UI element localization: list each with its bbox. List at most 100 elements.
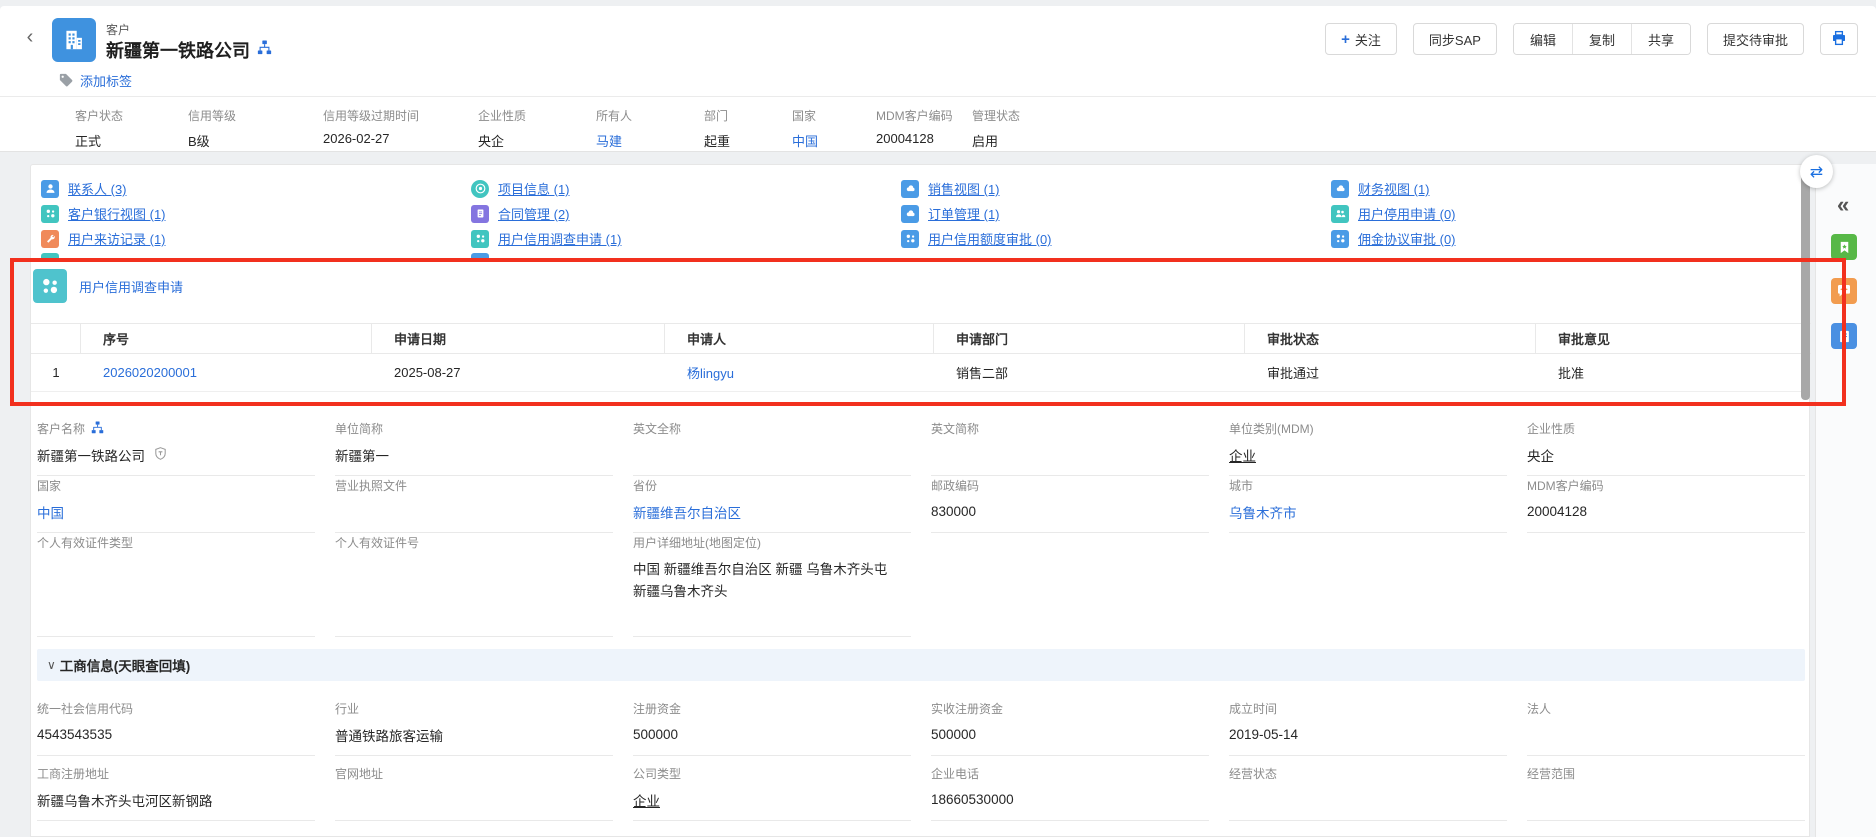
project-target-icon	[471, 180, 489, 198]
field-value: 普通铁路旅客运输	[335, 725, 613, 745]
related-link-label[interactable]: 订单管理 (1)	[928, 204, 1000, 223]
city-link[interactable]: 乌鲁木齐市	[1229, 502, 1507, 522]
related-link-orders[interactable]: 订单管理 (1)	[901, 204, 1331, 223]
submit-approval-button[interactable]: 提交待审批	[1707, 23, 1804, 55]
edit-button[interactable]: 编辑	[1514, 24, 1573, 54]
field-city: 城市乌鲁木齐市	[1229, 468, 1507, 533]
field-value	[335, 502, 613, 521]
field-industry: 行业普通铁路旅客运输	[335, 691, 613, 756]
field-label: 统一社会信用代码	[37, 700, 315, 717]
field-label: 单位简称	[335, 420, 613, 437]
field-label: 所有人	[596, 107, 692, 124]
related-link-label[interactable]: 用户停用申请 (0)	[1358, 204, 1456, 223]
credit-survey-section-title[interactable]: 用户信用调查申请	[79, 277, 183, 296]
add-tag-button[interactable]: 添加标签	[58, 71, 132, 90]
plus-icon: +	[1341, 31, 1350, 48]
department-value: 起重	[704, 131, 780, 150]
field-label: 客户状态	[75, 107, 176, 124]
field-label: 英文简称	[931, 420, 1209, 437]
field-label: 行业	[335, 700, 613, 717]
field-label: 个人有效证件号	[335, 534, 613, 551]
related-link-label[interactable]: 项目信息 (1)	[498, 179, 570, 198]
country-link[interactable]: 中国	[37, 502, 315, 522]
field-label: 邮政编码	[931, 477, 1209, 494]
related-link-label[interactable]: 合同管理 (2)	[498, 204, 570, 223]
molecule-icon	[41, 205, 59, 223]
field-label: 企业性质	[1527, 420, 1805, 437]
print-button[interactable]	[1820, 23, 1858, 55]
column-header: 申请日期	[372, 324, 665, 353]
field-label: 单位类别(MDM)	[1229, 420, 1507, 437]
swap-layout-button[interactable]: ⇄	[1800, 155, 1833, 188]
field-label: 公司类型	[633, 765, 911, 782]
related-link-deactivation[interactable]: 用户停用申请 (0)	[1331, 204, 1761, 223]
cloud-icon	[901, 205, 919, 223]
field-label: MDM客户编码	[1527, 477, 1805, 494]
country-link[interactable]: 中国	[792, 131, 864, 150]
sync-sap-label: 同步SAP	[1429, 30, 1481, 49]
related-link-label[interactable]: 销售视图 (1)	[928, 179, 1000, 198]
related-link-label[interactable]: 用户信用调查申请 (1)	[498, 229, 622, 248]
related-link-label[interactable]: 联系人 (3)	[68, 179, 127, 198]
field-id-number: 个人有效证件号	[335, 525, 613, 637]
table-row: 1 2026020200001 2025-08-27 杨lingyu 销售二部 …	[31, 354, 1811, 392]
owner-link[interactable]: 马建	[596, 131, 692, 150]
related-link-finance-view[interactable]: 财务视图 (1)	[1331, 179, 1761, 198]
applicant-link[interactable]: 杨lingyu	[665, 363, 934, 382]
province-link[interactable]: 新疆维吾尔自治区	[633, 502, 911, 522]
related-link-credit-limit-approval[interactable]: 用户信用额度审批 (0)	[901, 229, 1331, 248]
serial-number-link[interactable]: 2026020200001	[81, 365, 372, 380]
related-link-contacts[interactable]: 联系人 (3)	[41, 179, 471, 198]
chat-tool-icon[interactable]	[1831, 278, 1857, 304]
notes-tool-icon[interactable]	[1831, 323, 1857, 349]
share-button[interactable]: 共享	[1632, 24, 1690, 54]
field-value: 4543543535	[37, 725, 315, 744]
collapse-panel-icon[interactable]: «	[1837, 192, 1847, 218]
related-link-commission-approval[interactable]: 佣金协议审批 (0)	[1331, 229, 1761, 248]
related-link-label[interactable]: 用户信用额度审批 (0)	[928, 229, 1052, 248]
related-link-label[interactable]: 财务视图 (1)	[1358, 179, 1430, 198]
org-chart-icon[interactable]	[257, 40, 272, 60]
field-value: 新疆乌鲁木齐头屯河区新钢路	[37, 790, 315, 810]
related-link-label[interactable]: 佣金协议审批 (0)	[1358, 229, 1456, 248]
related-link-projects[interactable]: 项目信息 (1)	[471, 179, 901, 198]
header-actions: + 关注 同步SAP 编辑 复制 共享 提交待审批	[1325, 23, 1858, 55]
business-info-section-header[interactable]: ∨ 工商信息(天眼查回填)	[37, 649, 1805, 681]
field-id-type: 个人有效证件类型	[37, 525, 315, 637]
vertical-scrollbar[interactable]	[1801, 168, 1810, 400]
chevron-down-icon[interactable]: ∨	[47, 658, 56, 672]
back-chevron-icon[interactable]: ‹	[20, 26, 40, 49]
clipped-link-icon	[41, 253, 59, 259]
bookmark-tool-icon[interactable]	[1831, 234, 1857, 260]
field-label: 部门	[704, 107, 780, 124]
related-link-sales-view[interactable]: 销售视图 (1)	[901, 179, 1331, 198]
sync-sap-button[interactable]: 同步SAP	[1413, 23, 1497, 55]
header-divider	[0, 96, 1876, 97]
field-company-phone: 企业电话18660530000	[931, 756, 1209, 821]
summary-bar: 客户状态正式 信用等级B级 信用等级过期时间2026-02-27 企业性质央企 …	[75, 107, 1032, 150]
molecule-icon	[901, 230, 919, 248]
add-tag-label[interactable]: 添加标签	[80, 71, 132, 90]
field-label: 注册资金	[633, 700, 911, 717]
field-label: 英文全称	[633, 420, 911, 437]
follow-button[interactable]: + 关注	[1325, 23, 1397, 55]
org-chart-icon[interactable]	[91, 421, 104, 437]
field-label: 工商注册地址	[37, 765, 315, 782]
related-link-credit-survey[interactable]: 用户信用调查申请 (1)	[471, 229, 901, 248]
printer-icon	[1830, 29, 1848, 50]
field-label: 信用等级	[188, 107, 311, 124]
related-link-contracts[interactable]: 合同管理 (2)	[471, 204, 901, 223]
related-link-bank-view[interactable]: 客户银行视图 (1)	[41, 204, 471, 223]
related-link-label[interactable]: 客户银行视图 (1)	[68, 204, 166, 223]
column-header: 审批状态	[1245, 324, 1536, 353]
credit-expiry-value: 2026-02-27	[323, 131, 466, 146]
copy-button[interactable]: 复制	[1573, 24, 1632, 54]
shield-icon[interactable]	[153, 446, 168, 464]
column-header: 审批意见	[1536, 324, 1811, 353]
department-cell: 销售二部	[934, 363, 1245, 382]
field-value: 企业	[1229, 445, 1256, 465]
field-label: 国家	[792, 107, 864, 124]
related-link-visit-records[interactable]: 用户来访记录 (1)	[41, 229, 471, 248]
row-index: 1	[31, 365, 81, 380]
related-link-label[interactable]: 用户来访记录 (1)	[68, 229, 166, 248]
